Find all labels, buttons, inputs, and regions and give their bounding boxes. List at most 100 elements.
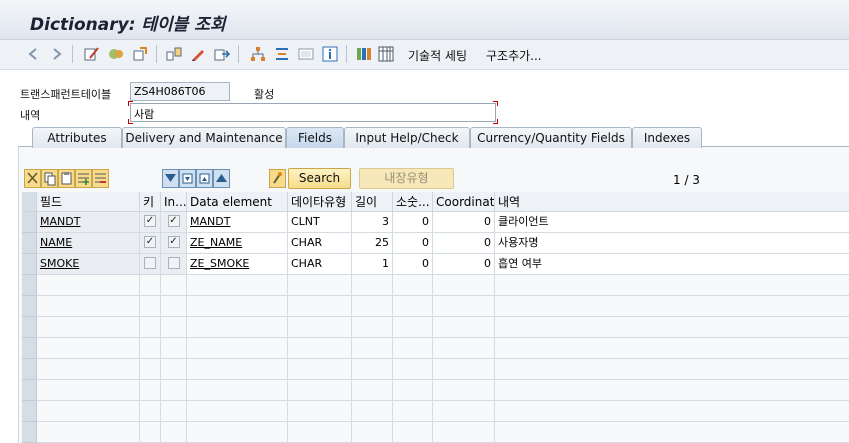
empty-cell[interactable] [140, 317, 161, 338]
row-selector[interactable] [22, 212, 37, 233]
column-header-decimals[interactable]: 소숫... [393, 192, 433, 212]
edit-icon[interactable] [190, 46, 206, 62]
empty-cell[interactable] [161, 422, 187, 443]
empty-cell[interactable] [433, 359, 495, 380]
key-checkbox[interactable]: ✓ [144, 236, 156, 248]
empty-cell[interactable] [37, 338, 140, 359]
append-structure-button[interactable]: 구조추가... [486, 47, 542, 64]
scroll-page-up-icon[interactable] [196, 169, 213, 188]
row-selector[interactable] [22, 422, 37, 443]
tab-attributes[interactable]: Attributes [32, 127, 122, 148]
empty-cell[interactable] [433, 275, 495, 296]
empty-cell[interactable] [140, 275, 161, 296]
tab-indexes[interactable]: Indexes [632, 127, 702, 148]
row-selector[interactable] [22, 254, 37, 275]
empty-cell[interactable] [288, 317, 352, 338]
empty-cell[interactable] [140, 380, 161, 401]
other-object-icon[interactable] [132, 46, 148, 62]
tab-input-help-check[interactable]: Input Help/Check [344, 127, 470, 148]
cell-field[interactable]: SMOKE [37, 254, 140, 275]
cell-data-element[interactable]: ZE_NAME [187, 233, 288, 254]
empty-cell[interactable] [288, 380, 352, 401]
empty-cell[interactable] [37, 359, 140, 380]
align-icon[interactable] [274, 46, 290, 62]
empty-cell[interactable] [161, 338, 187, 359]
empty-cell[interactable] [393, 401, 433, 422]
empty-cell[interactable] [433, 317, 495, 338]
scroll-first-icon[interactable] [162, 169, 179, 188]
empty-cell[interactable] [393, 275, 433, 296]
column-header-data-type[interactable]: 데이타유형 [288, 192, 352, 212]
empty-cell[interactable] [495, 275, 849, 296]
column-header-coordinate[interactable]: Coordinate [433, 192, 495, 212]
copy-icon[interactable] [41, 169, 58, 188]
empty-cell[interactable] [393, 296, 433, 317]
row-selector[interactable] [22, 359, 37, 380]
where-used-icon[interactable] [166, 46, 182, 62]
empty-cell[interactable] [37, 401, 140, 422]
delete-row-icon[interactable] [92, 169, 109, 188]
key-checkbox[interactable]: ✓ [144, 215, 156, 227]
empty-cell[interactable] [288, 338, 352, 359]
empty-cell[interactable] [161, 296, 187, 317]
description-input[interactable]: 사람 [130, 103, 496, 122]
display-change-icon[interactable] [84, 46, 100, 62]
empty-cell[interactable] [187, 317, 288, 338]
empty-cell[interactable] [161, 317, 187, 338]
empty-cell[interactable] [352, 422, 393, 443]
row-selector[interactable] [22, 317, 37, 338]
column-header-length[interactable]: 길이 [352, 192, 393, 212]
empty-cell[interactable] [187, 422, 288, 443]
empty-cell[interactable] [288, 401, 352, 422]
forward-arrow-icon[interactable] [48, 46, 64, 62]
empty-cell[interactable] [288, 296, 352, 317]
table-icon[interactable] [378, 46, 394, 62]
empty-cell[interactable] [37, 317, 140, 338]
empty-cell[interactable] [433, 401, 495, 422]
empty-cell[interactable] [37, 296, 140, 317]
column-header-description[interactable]: 내역 [495, 192, 849, 212]
paste-icon[interactable] [58, 169, 75, 188]
row-selector[interactable] [22, 233, 37, 254]
key-checkbox[interactable] [144, 257, 156, 269]
row-selector[interactable] [22, 380, 37, 401]
empty-cell[interactable] [288, 422, 352, 443]
empty-cell[interactable] [187, 275, 288, 296]
navigate-icon[interactable] [214, 46, 230, 62]
search-button[interactable]: Search [288, 168, 351, 189]
row-selector[interactable] [22, 275, 37, 296]
select-all-corner[interactable] [22, 192, 37, 212]
row-selector[interactable] [22, 338, 37, 359]
cell-field[interactable]: MANDT [37, 212, 140, 233]
initial-values-checkbox[interactable]: ✓ [167, 215, 180, 227]
empty-cell[interactable] [495, 338, 849, 359]
empty-cell[interactable] [393, 317, 433, 338]
column-header-data-element[interactable]: Data element [187, 192, 288, 212]
cell-field[interactable]: NAME [37, 233, 140, 254]
cut-icon[interactable] [24, 169, 41, 188]
column-header-field[interactable]: 필드 [37, 192, 140, 212]
row-selector[interactable] [22, 401, 37, 422]
empty-cell[interactable] [352, 317, 393, 338]
empty-cell[interactable] [352, 401, 393, 422]
empty-cell[interactable] [393, 380, 433, 401]
empty-cell[interactable] [140, 422, 161, 443]
empty-cell[interactable] [433, 422, 495, 443]
search-help-icon[interactable] [269, 169, 286, 188]
empty-cell[interactable] [393, 359, 433, 380]
tab-fields[interactable]: Fields [286, 127, 344, 148]
empty-cell[interactable] [433, 338, 495, 359]
insert-row-icon[interactable] [75, 169, 92, 188]
empty-cell[interactable] [433, 380, 495, 401]
empty-cell[interactable] [495, 401, 849, 422]
initial-values-checkbox[interactable]: ✓ [167, 236, 180, 248]
empty-cell[interactable] [288, 275, 352, 296]
empty-cell[interactable] [352, 359, 393, 380]
frame-icon[interactable] [298, 46, 314, 62]
empty-cell[interactable] [37, 380, 140, 401]
empty-cell[interactable] [161, 380, 187, 401]
empty-cell[interactable] [393, 422, 433, 443]
empty-cell[interactable] [352, 380, 393, 401]
empty-cell[interactable] [140, 359, 161, 380]
empty-cell[interactable] [161, 275, 187, 296]
